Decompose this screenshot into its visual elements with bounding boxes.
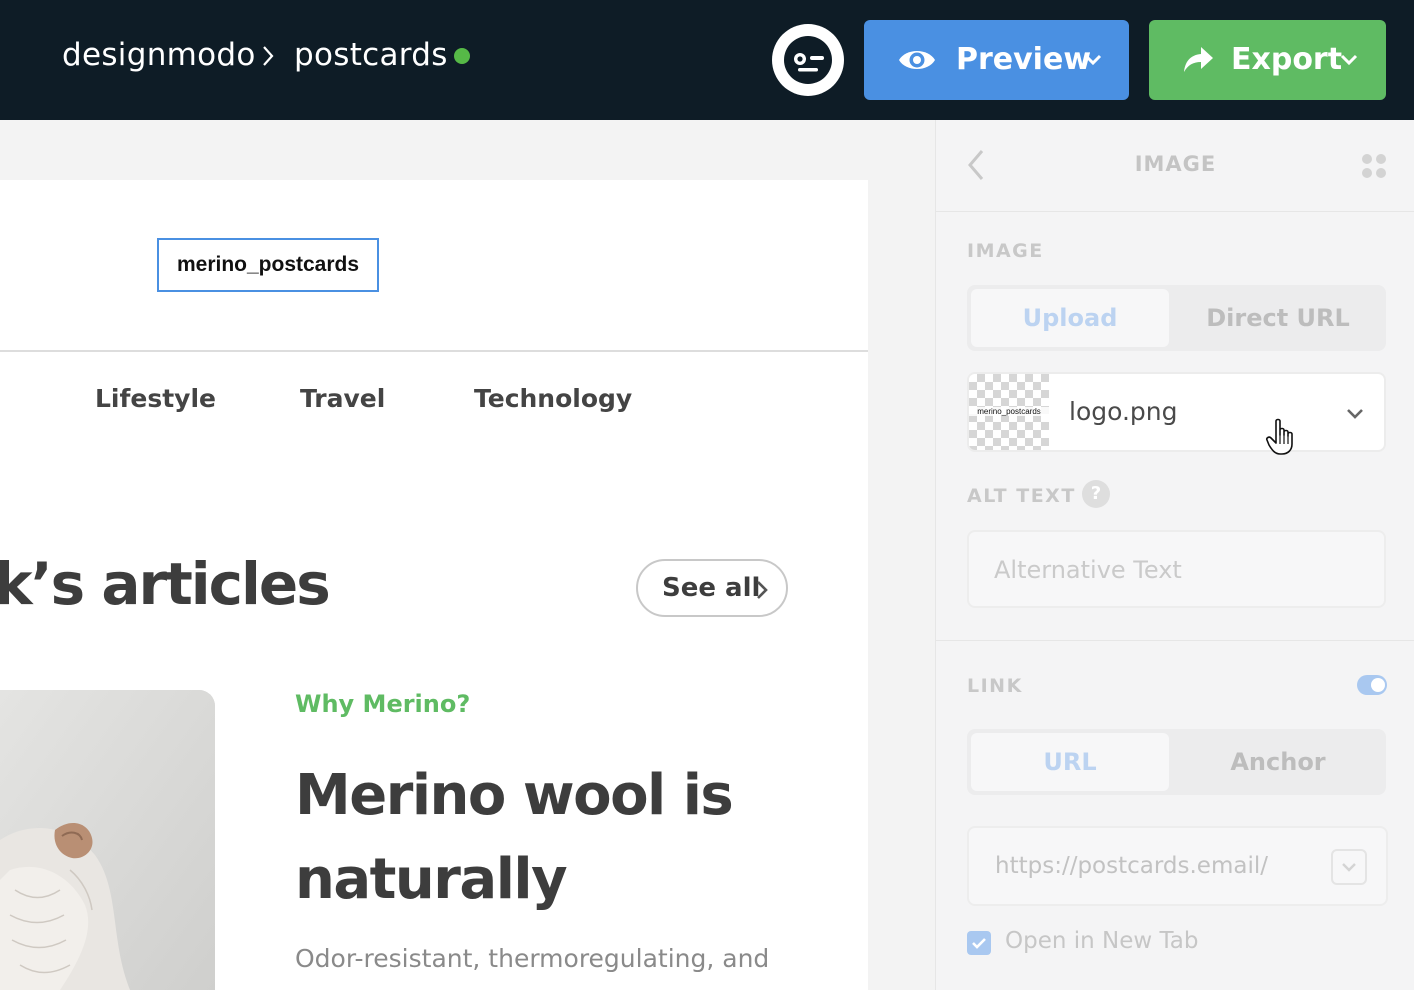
- tab-upload[interactable]: Upload: [971, 289, 1169, 347]
- chevron-down-icon: [1340, 54, 1358, 66]
- help-icon[interactable]: ?: [1082, 480, 1110, 508]
- url-input[interactable]: https://postcards.email/: [967, 826, 1388, 906]
- export-label: Export: [1231, 42, 1343, 77]
- url-dropdown-button[interactable]: [1331, 849, 1367, 885]
- open-new-tab-label: Open in New Tab: [1005, 928, 1199, 954]
- breadcrumb-brand[interactable]: designmodo: [62, 37, 256, 73]
- see-all-label: See all: [662, 573, 761, 603]
- chevron-down-icon: [1347, 409, 1363, 419]
- image-file-select[interactable]: merino_postcards logo.png: [967, 372, 1386, 452]
- top-bar: designmodo postcards Preview Export: [0, 0, 1414, 120]
- url-value: https://postcards.email/: [995, 853, 1268, 879]
- panel-title: IMAGE: [1134, 152, 1217, 176]
- chevron-down-icon: [1084, 54, 1102, 66]
- panel-divider: [936, 640, 1414, 641]
- preview-button[interactable]: Preview: [864, 20, 1129, 100]
- article-body[interactable]: Odor-resistant, thermoregulating, and: [295, 938, 815, 980]
- sweater-photo-illustration: [0, 690, 215, 990]
- breadcrumb-project[interactable]: postcards: [294, 37, 448, 73]
- grid-dots-icon[interactable]: [1361, 153, 1387, 179]
- tab-upload-label: Upload: [1022, 304, 1118, 332]
- chevron-right-icon: [263, 46, 274, 66]
- image-thumbnail: merino_postcards: [969, 374, 1049, 450]
- link-section-label: LINK: [967, 675, 1023, 697]
- properties-panel: IMAGE IMAGE Upload Direct URL merino_pos…: [935, 120, 1414, 990]
- share-arrow-icon: [1184, 47, 1213, 72]
- alt-text-label: ALT TEXT: [967, 485, 1076, 507]
- link-toggle[interactable]: [1357, 675, 1387, 695]
- tab-url[interactable]: URL: [971, 733, 1169, 791]
- nav-link-technology[interactable]: Technology: [474, 384, 632, 413]
- chevron-down-icon: [1342, 863, 1356, 872]
- selected-logo-image[interactable]: merino_postcards: [157, 238, 379, 292]
- tab-direct-url[interactable]: Direct URL: [1173, 289, 1383, 347]
- alt-text-placeholder: Alternative Text: [994, 556, 1182, 584]
- image-source-toggle: Upload Direct URL: [967, 285, 1386, 351]
- see-all-button[interactable]: See all: [636, 559, 788, 617]
- user-face-icon: [784, 36, 832, 84]
- nav-link-travel[interactable]: Travel: [300, 384, 385, 413]
- eye-icon: [899, 51, 935, 69]
- article-photo[interactable]: [0, 690, 215, 990]
- preview-label: Preview: [956, 42, 1092, 77]
- article-headline[interactable]: Merino wool is naturally: [295, 754, 855, 922]
- header-divider: [0, 350, 868, 352]
- section-title[interactable]: k’s articles: [0, 550, 331, 618]
- image-section-label: IMAGE: [967, 240, 1044, 262]
- alt-text-input[interactable]: Alternative Text: [967, 530, 1386, 608]
- toggle-knob: [1371, 678, 1385, 692]
- thumbnail-text: merino_postcards: [969, 407, 1049, 416]
- email-preview: merino_postcards Lifestyle Travel Techno…: [0, 180, 868, 990]
- file-name: logo.png: [1069, 397, 1178, 426]
- avatar[interactable]: [772, 24, 844, 96]
- status-dot: [454, 48, 470, 64]
- link-type-toggle: URL Anchor: [967, 729, 1386, 795]
- tab-anchor[interactable]: Anchor: [1173, 733, 1383, 791]
- tab-url-label: URL: [1043, 748, 1097, 776]
- chevron-right-icon: [757, 581, 768, 599]
- export-button[interactable]: Export: [1149, 20, 1386, 100]
- panel-header: IMAGE: [936, 120, 1414, 212]
- hand-pointer-icon: [1266, 418, 1293, 455]
- nav-link-lifestyle[interactable]: Lifestyle: [95, 384, 216, 413]
- checkmark-icon: [972, 938, 986, 949]
- open-new-tab-checkbox[interactable]: [967, 931, 991, 955]
- article-kicker[interactable]: Why Merino?: [295, 690, 470, 718]
